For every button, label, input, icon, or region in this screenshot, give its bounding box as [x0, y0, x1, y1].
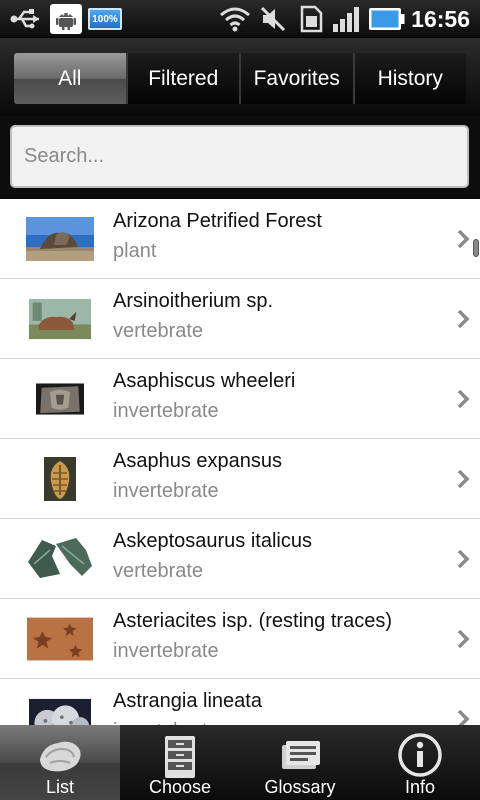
- nav-glossary[interactable]: Glossary: [240, 725, 360, 800]
- tab-area: All Filtered Favorites History: [0, 38, 480, 116]
- petrified-forest-thumbnail: [26, 217, 94, 261]
- wifi-icon: [218, 4, 252, 34]
- list-item[interactable]: Arsinoitherium sp. vertebrate: [0, 279, 480, 359]
- tab-all[interactable]: All: [14, 53, 126, 104]
- list-item[interactable]: Astrangia lineata invertebrate: [0, 679, 480, 725]
- book-icon: [282, 741, 320, 769]
- info-icon: [398, 733, 442, 777]
- mute-icon: [258, 4, 288, 34]
- item-title: Arizona Petrified Forest: [113, 210, 322, 232]
- nav-info[interactable]: Info: [360, 725, 480, 800]
- item-title: Astrangia lineata: [113, 690, 262, 712]
- battery-badge-text: 100%: [88, 8, 122, 30]
- asteriacites-thumbnail: [27, 617, 93, 661]
- tab-history[interactable]: History: [352, 53, 466, 104]
- list-item[interactable]: Asteriacites isp. (resting traces) inver…: [0, 599, 480, 679]
- item-category: invertebrate: [113, 640, 219, 662]
- battery-icon: [368, 4, 406, 34]
- item-category: vertebrate: [113, 320, 204, 342]
- asaphiscus-thumbnail: [36, 383, 84, 415]
- nav-choose-label: Choose: [148, 777, 212, 797]
- bottom-navigation: List Choose Glossary Info: [0, 725, 480, 800]
- astrangia-thumbnail: [29, 698, 91, 725]
- cabinet-icon: [165, 736, 195, 778]
- fossil-icon: [40, 741, 81, 772]
- list-item[interactable]: Arizona Petrified Forest plant: [0, 199, 480, 279]
- nav-list-label: List: [45, 777, 74, 797]
- nav-choose[interactable]: Choose: [120, 725, 240, 800]
- item-title: Arsinoitherium sp.: [113, 290, 274, 312]
- status-bar: 100% 16:56: [0, 0, 480, 38]
- item-title: Asaphus expansus: [113, 450, 283, 472]
- item-category: plant: [113, 240, 157, 262]
- scrollbar-thumb[interactable]: [473, 239, 479, 257]
- item-category: invertebrate: [113, 400, 219, 422]
- chevron-right-icon: [457, 229, 470, 249]
- clock: 16:56: [411, 6, 470, 32]
- usb-icon: [8, 4, 44, 34]
- android-debug-icon: [50, 4, 82, 34]
- item-category: invertebrate: [113, 480, 219, 502]
- search-area: [0, 116, 480, 199]
- item-category: vertebrate: [113, 560, 204, 582]
- tab-filtered[interactable]: Filtered: [125, 53, 239, 104]
- search-input[interactable]: [10, 125, 469, 188]
- chevron-right-icon: [457, 309, 470, 329]
- battery-badge-icon: 100%: [88, 4, 122, 34]
- item-title: Askeptosaurus italicus: [113, 530, 312, 552]
- arsinoitherium-thumbnail: [29, 298, 91, 340]
- list-item[interactable]: Askeptosaurus italicus vertebrate: [0, 519, 480, 599]
- chevron-right-icon: [457, 629, 470, 649]
- item-title: Asaphiscus wheeleri: [113, 370, 296, 392]
- askeptosaurus-thumbnail: [26, 536, 94, 580]
- list-item[interactable]: Asaphiscus wheeleri invertebrate: [0, 359, 480, 439]
- chevron-right-icon: [457, 549, 470, 569]
- fossil-list[interactable]: Arizona Petrified Forest plant Arsinoith…: [0, 199, 480, 725]
- sim-icon: [298, 4, 324, 34]
- nav-info-label: Info: [404, 777, 436, 797]
- tab-favorites[interactable]: Favorites: [239, 53, 353, 104]
- list-item[interactable]: Asaphus expansus invertebrate: [0, 439, 480, 519]
- chevron-right-icon: [457, 469, 470, 489]
- chevron-right-icon: [457, 389, 470, 409]
- chevron-right-icon: [457, 709, 470, 725]
- signal-icon: [330, 4, 364, 34]
- item-title: Asteriacites isp. (resting traces): [113, 610, 392, 632]
- nav-glossary-label: Glossary: [264, 777, 336, 797]
- asaphus-thumbnail: [44, 457, 76, 501]
- filter-tabs: All Filtered Favorites History: [14, 53, 466, 104]
- nav-list[interactable]: List: [0, 725, 120, 800]
